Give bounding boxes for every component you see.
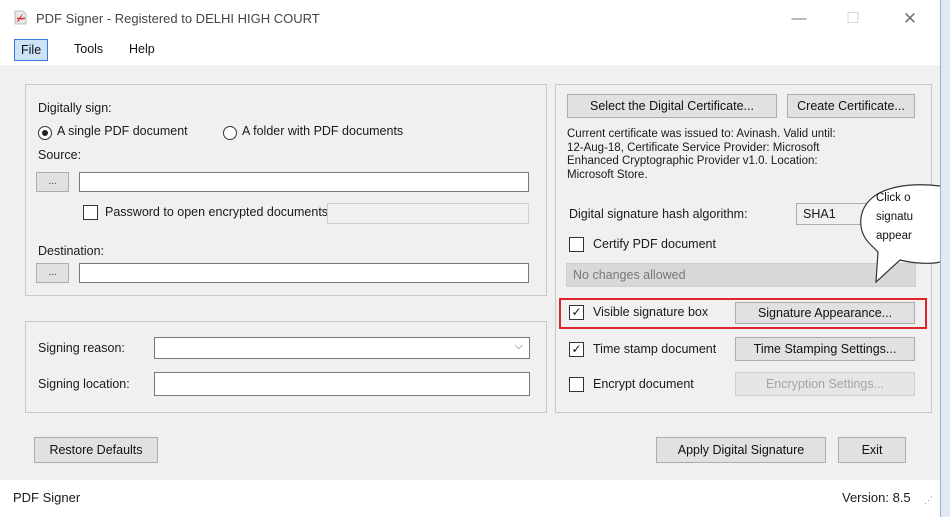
chevron-down-icon[interactable]: ⌵ xyxy=(515,340,523,353)
password-input[interactable] xyxy=(327,203,529,224)
encrypt-checkbox[interactable] xyxy=(569,377,584,392)
menu-tools[interactable]: Tools xyxy=(68,39,109,59)
signing-info-group xyxy=(25,321,547,413)
cert-info-line: 12-Aug-18, Certificate Service Provider:… xyxy=(567,141,820,154)
minimize-button[interactable]: — xyxy=(779,6,819,32)
maximize-button[interactable]: ☐ xyxy=(833,6,873,32)
source-input[interactable] xyxy=(79,172,529,192)
menu-bar: File Tools Help xyxy=(0,37,940,63)
exit-button[interactable]: Exit xyxy=(838,437,906,463)
pdf-signer-app-icon xyxy=(14,10,27,25)
radio-folder-label[interactable]: A folder with PDF documents xyxy=(242,124,403,138)
cert-info-line: Current certificate was issued to: Avina… xyxy=(567,128,836,140)
source-browse-button[interactable]: ... xyxy=(36,172,69,192)
window-edge xyxy=(940,0,950,517)
signing-reason-dropdown[interactable]: ⌵ xyxy=(154,337,530,359)
signing-reason-label: Signing reason: xyxy=(38,341,125,355)
create-certificate-button[interactable]: Create Certificate... xyxy=(787,94,915,118)
restore-defaults-button[interactable]: Restore Defaults xyxy=(34,437,158,463)
radio-single-pdf-label[interactable]: A single PDF document xyxy=(57,124,188,138)
callout-line: Click o xyxy=(876,192,911,204)
radio-single-pdf[interactable] xyxy=(38,126,52,140)
radio-folder[interactable] xyxy=(223,126,237,140)
visible-signature-checkbox[interactable]: ✓ xyxy=(569,305,584,320)
menu-file[interactable]: File xyxy=(14,39,49,61)
certify-pdf-label: Certify PDF document xyxy=(593,237,716,251)
visible-signature-label: Visible signature box xyxy=(593,305,709,319)
destination-input[interactable] xyxy=(79,263,529,283)
timestamp-checkbox[interactable]: ✓ xyxy=(569,342,584,357)
source-label: Source: xyxy=(38,148,82,162)
window-title: PDF Signer - Registered to DELHI HIGH CO… xyxy=(36,11,320,26)
callout-text: Click o signatu appear xyxy=(876,189,913,246)
certify-pdf-checkbox[interactable] xyxy=(569,237,584,252)
menu-help[interactable]: Help xyxy=(123,39,161,59)
password-checkbox[interactable] xyxy=(83,205,98,220)
timestamp-label: Time stamp document xyxy=(593,342,717,356)
certificate-info-text: Current certificate was issued to: Avina… xyxy=(567,128,917,182)
timestamp-settings-button[interactable]: Time Stamping Settings... xyxy=(735,337,915,361)
encryption-settings-button[interactable]: Encryption Settings... xyxy=(735,372,915,396)
destination-browse-button[interactable]: ... xyxy=(36,263,69,283)
password-label: Password to open encrypted documents: xyxy=(105,205,332,219)
callout-line: signatu xyxy=(876,211,914,223)
title-bar: PDF Signer - Registered to DELHI HIGH CO… xyxy=(0,0,940,36)
signing-location-label: Signing location: xyxy=(38,377,130,391)
callout-line: appear xyxy=(876,230,912,242)
destination-label: Destination: xyxy=(38,244,105,258)
select-certificate-button[interactable]: Select the Digital Certificate... xyxy=(567,94,777,118)
hash-algorithm-value: SHA1 xyxy=(803,207,836,221)
digitally-sign-label: Digitally sign: xyxy=(38,101,112,115)
resize-grip-icon[interactable]: ⋰ xyxy=(924,495,933,506)
signing-location-input[interactable] xyxy=(154,372,530,396)
status-app-name: PDF Signer xyxy=(13,490,81,505)
apply-digital-signature-button[interactable]: Apply Digital Signature xyxy=(656,437,826,463)
status-version: Version: 8.5 xyxy=(842,490,911,505)
close-button[interactable]: ✕ xyxy=(890,6,930,32)
status-bar: PDF Signer Version: 8.5 ⋰ xyxy=(0,481,940,517)
changes-allowed-value: No changes allowed xyxy=(573,268,686,282)
cert-info-line: Enhanced Cryptographic Provider v1.0. Lo… xyxy=(567,155,818,167)
encrypt-label: Encrypt document xyxy=(593,377,694,391)
hash-algorithm-label: Digital signature hash algorithm: xyxy=(569,207,748,221)
signature-appearance-button[interactable]: Signature Appearance... xyxy=(735,302,915,324)
